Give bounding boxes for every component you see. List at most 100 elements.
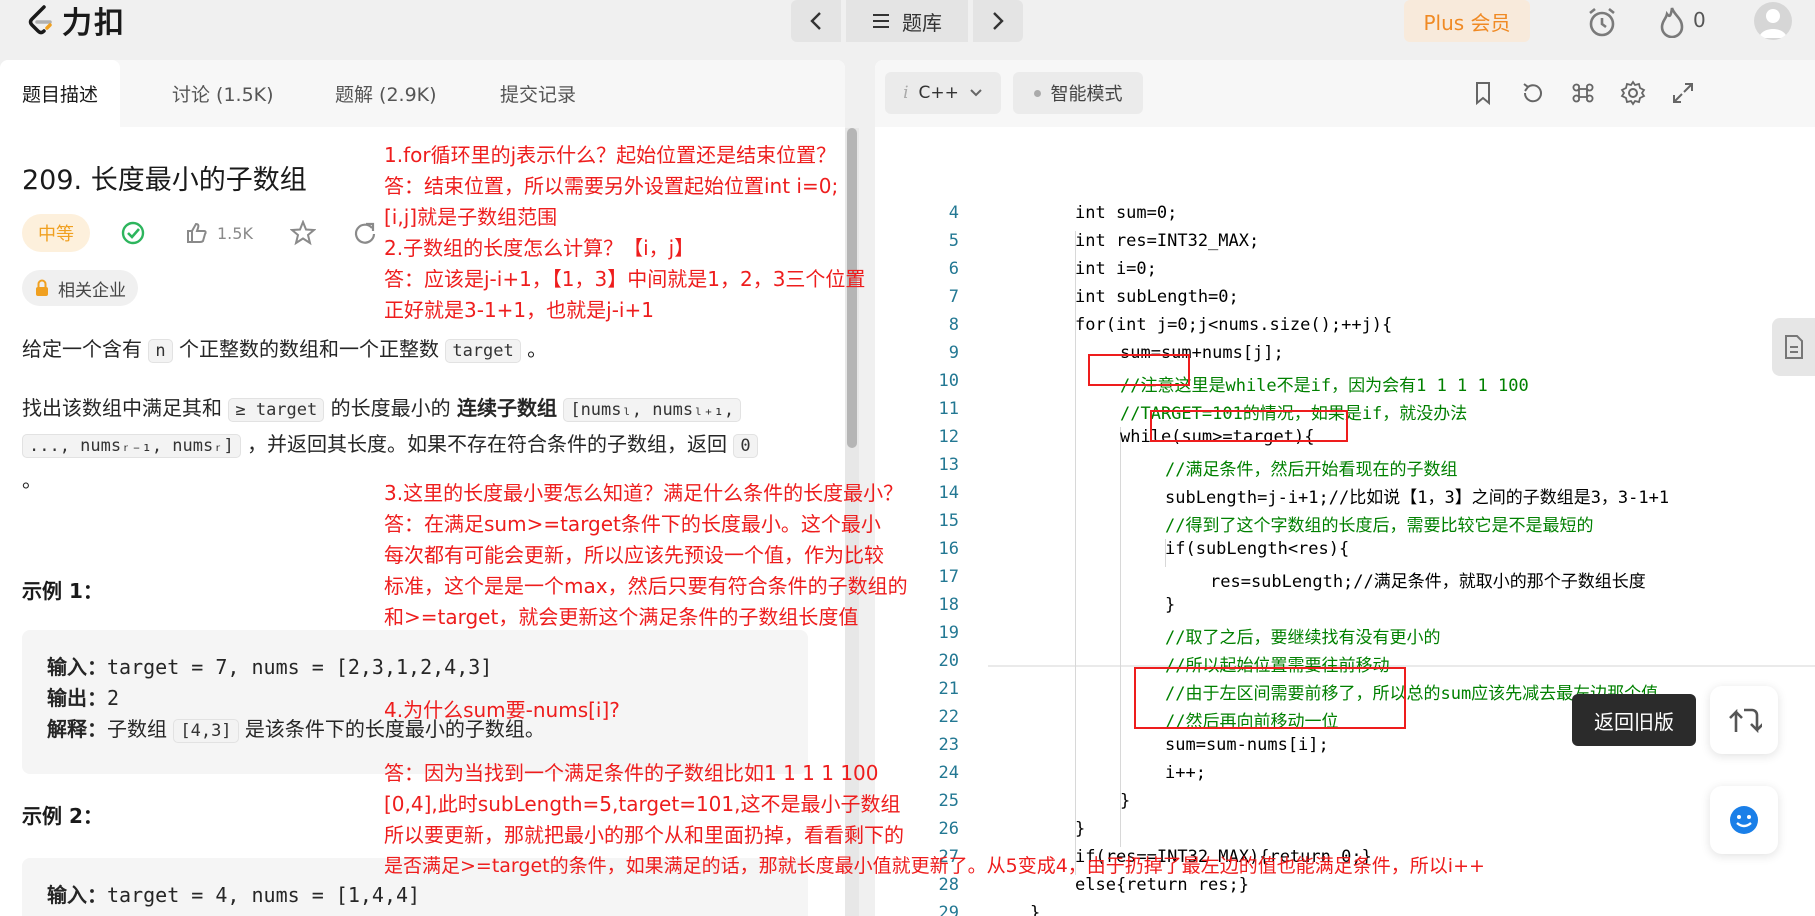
code-comment: //取了之后，要继续找有没有更小的 bbox=[1165, 628, 1441, 648]
example-output: 2 bbox=[107, 686, 120, 710]
language-label: C++ bbox=[918, 83, 959, 103]
solved-check-icon bbox=[120, 214, 146, 252]
code-editor[interactable]: int sum=0; int res=INT32_MAX; int i=0; i… bbox=[875, 127, 1815, 916]
annotation-note: 标准，这个是是一个max，然后只要有符合条件的子数组的 bbox=[384, 574, 908, 598]
tab-submissions[interactable]: 提交记录 bbox=[500, 60, 576, 127]
logo-text: 力扣 bbox=[62, 6, 126, 41]
gear-icon[interactable] bbox=[1620, 80, 1646, 106]
desc-text: 个正整数的数组和一个正整数 bbox=[178, 337, 439, 361]
code-line: int i=0; bbox=[1075, 259, 1157, 279]
swap-icon bbox=[1729, 708, 1762, 734]
chevron-left-icon bbox=[810, 12, 821, 30]
code-line: i++; bbox=[1165, 763, 1206, 783]
annotation-box-while bbox=[1088, 354, 1190, 386]
code-comment: //得到了这个字数组的长度后，需要比较它是不是最短的 bbox=[1165, 516, 1594, 536]
annotation-note: 答：结束位置，所以需要另外设置起始位置int i=0; bbox=[384, 174, 839, 198]
code-line: if(subLength<res){ bbox=[1165, 539, 1350, 559]
share-icon[interactable] bbox=[352, 214, 378, 252]
example-label: 输出： bbox=[47, 686, 107, 710]
problem-tags: 中等 bbox=[22, 214, 90, 252]
annotation-note: 答：因为当找到一个满足条件的子数组比如1 1 1 1 100 bbox=[384, 761, 879, 785]
annotation-box-sum-minus bbox=[1134, 667, 1406, 729]
command-icon[interactable] bbox=[1570, 80, 1596, 106]
code-panel: i C++ 智能模式 4 5 6 7 8 9 10 11 12 13 14 15… bbox=[875, 60, 1815, 916]
feedback-button[interactable] bbox=[1710, 786, 1778, 854]
thumbs-up-icon bbox=[187, 222, 207, 243]
code-line: int res=INT32_MAX; bbox=[1075, 231, 1260, 251]
annotation-note: [i,j]就是子数组范围 bbox=[384, 205, 558, 229]
problem-list-button[interactable]: 题库 bbox=[846, 0, 968, 42]
avatar[interactable] bbox=[1754, 2, 1792, 40]
leetcode-logo-icon bbox=[28, 5, 52, 35]
old-version-button[interactable]: 返回旧版 bbox=[1572, 694, 1696, 746]
annotation-note: 所以要更新，那就把最小的那个从和里面扔掉，看看剩下的 bbox=[384, 823, 904, 847]
problem-title: 209. 长度最小的子数组 bbox=[22, 165, 307, 196]
notes-side-tab[interactable] bbox=[1772, 318, 1815, 376]
example-label: 解释： bbox=[47, 717, 107, 741]
fire-icon[interactable] bbox=[1654, 4, 1690, 40]
plus-member-button[interactable]: Plus 会员 bbox=[1404, 0, 1530, 42]
lock-icon bbox=[36, 279, 48, 296]
bookmark-icon[interactable] bbox=[1470, 80, 1496, 106]
switch-version-button[interactable] bbox=[1710, 686, 1778, 754]
code-line: int subLength=0; bbox=[1075, 287, 1239, 307]
code-comment: //满足条件，然后开始看现在的子数组 bbox=[1165, 460, 1458, 480]
code-line: } bbox=[1120, 791, 1131, 811]
inline-code: n bbox=[148, 339, 173, 363]
code-line: subLength=j-i+1;//比如说【1，3】之间的子数组是3，3-1+1 bbox=[1165, 488, 1670, 508]
problem-tabs: 题目描述 讨论 (1.5K) 题解 (2.9K) 提交记录 bbox=[0, 60, 845, 127]
example-label: 输入： bbox=[47, 655, 107, 679]
code-line: } bbox=[1165, 595, 1176, 615]
annotation-note: 2.子数组的长度怎么计算？【i，j】 bbox=[384, 236, 695, 260]
code-line: } bbox=[1075, 819, 1086, 839]
problem-description-1: 给定一个含有 n 个正整数的数组和一个正整数 target 。 bbox=[22, 332, 547, 368]
desc-text: 。 bbox=[22, 468, 42, 492]
code-line: res=subLength;//满足条件，就取小的那个子数组长度 bbox=[1210, 572, 1646, 592]
like-count: 1.5K bbox=[217, 223, 253, 243]
dot-icon bbox=[1033, 89, 1041, 97]
tab-solutions[interactable]: 题解 (2.9K) bbox=[335, 60, 437, 127]
desc-text: 给定一个含有 bbox=[22, 337, 142, 361]
code-line: int sum=0; bbox=[1075, 203, 1178, 223]
language-select[interactable]: i C++ bbox=[885, 72, 1001, 114]
inline-code: 0 bbox=[733, 434, 758, 458]
fire-count: 0 bbox=[1693, 8, 1706, 32]
like-button[interactable]: 1.5K bbox=[185, 214, 253, 252]
related-companies-button[interactable]: 相关企业 bbox=[22, 270, 138, 306]
desc-bold: 连续子数组 bbox=[456, 396, 557, 420]
logo[interactable]: 力扣 bbox=[26, 2, 126, 41]
annotation-note: 4.为什么sum要-nums[i]? bbox=[384, 698, 620, 722]
chevron-right-icon bbox=[993, 12, 1004, 30]
prev-problem-button[interactable] bbox=[791, 0, 841, 42]
example-input: target = 4, nums = [1,4,4] bbox=[107, 883, 421, 907]
alarm-clock-icon[interactable] bbox=[1584, 4, 1620, 40]
smart-mode-label: 智能模式 bbox=[1050, 84, 1123, 105]
next-problem-button[interactable] bbox=[973, 0, 1023, 42]
annotation-note: 每次都有可能会更新，所以应该先预设一个值，作为比较 bbox=[384, 543, 884, 567]
inline-code: target bbox=[445, 339, 521, 363]
smart-mode-button[interactable]: 智能模式 bbox=[1013, 72, 1143, 114]
star-icon[interactable] bbox=[290, 214, 316, 252]
tab-description[interactable]: 题目描述 bbox=[0, 60, 121, 127]
code-line: sum=sum-nums[i]; bbox=[1165, 735, 1329, 755]
example-2-title: 示例 2： bbox=[22, 804, 103, 828]
annotation-note: 是否满足>=target的条件，如果满足的话，那就长度最小值就更新了。从5变成4… bbox=[384, 855, 1485, 877]
difficulty-badge: 中等 bbox=[22, 214, 90, 252]
desc-text: 。 bbox=[527, 337, 548, 361]
tab-discussion[interactable]: 讨论 (1.5K) bbox=[172, 60, 274, 127]
example-label: 输入： bbox=[47, 883, 107, 907]
example-input: target = 7, nums = [2,3,1,2,4,3] bbox=[107, 655, 493, 679]
reset-icon[interactable] bbox=[1520, 80, 1546, 106]
annotation-note: [0,4],此时subLength=5,target=101,这不是最小子数组 bbox=[384, 792, 901, 816]
editor-toolbar: i C++ 智能模式 bbox=[875, 60, 1815, 127]
inline-code: [4,3] bbox=[173, 719, 239, 743]
inline-code: ..., numsᵣ₋₁, numsᵣ] bbox=[22, 434, 241, 458]
related-companies-label: 相关企业 bbox=[58, 280, 126, 301]
problem-list-label: 题库 bbox=[902, 10, 942, 35]
annotation-note: 和>=target，就会更新这个满足条件的子数组长度值 bbox=[384, 605, 859, 629]
inline-code: ≥ target bbox=[228, 398, 325, 422]
annotation-note: 正好就是3-1+1，也就是j-i+1 bbox=[384, 298, 654, 322]
desc-text: ，并返回其长度。如果不存在符合条件的子数组，返回 bbox=[247, 432, 728, 456]
expand-icon[interactable] bbox=[1670, 80, 1696, 106]
document-icon bbox=[1784, 335, 1803, 359]
